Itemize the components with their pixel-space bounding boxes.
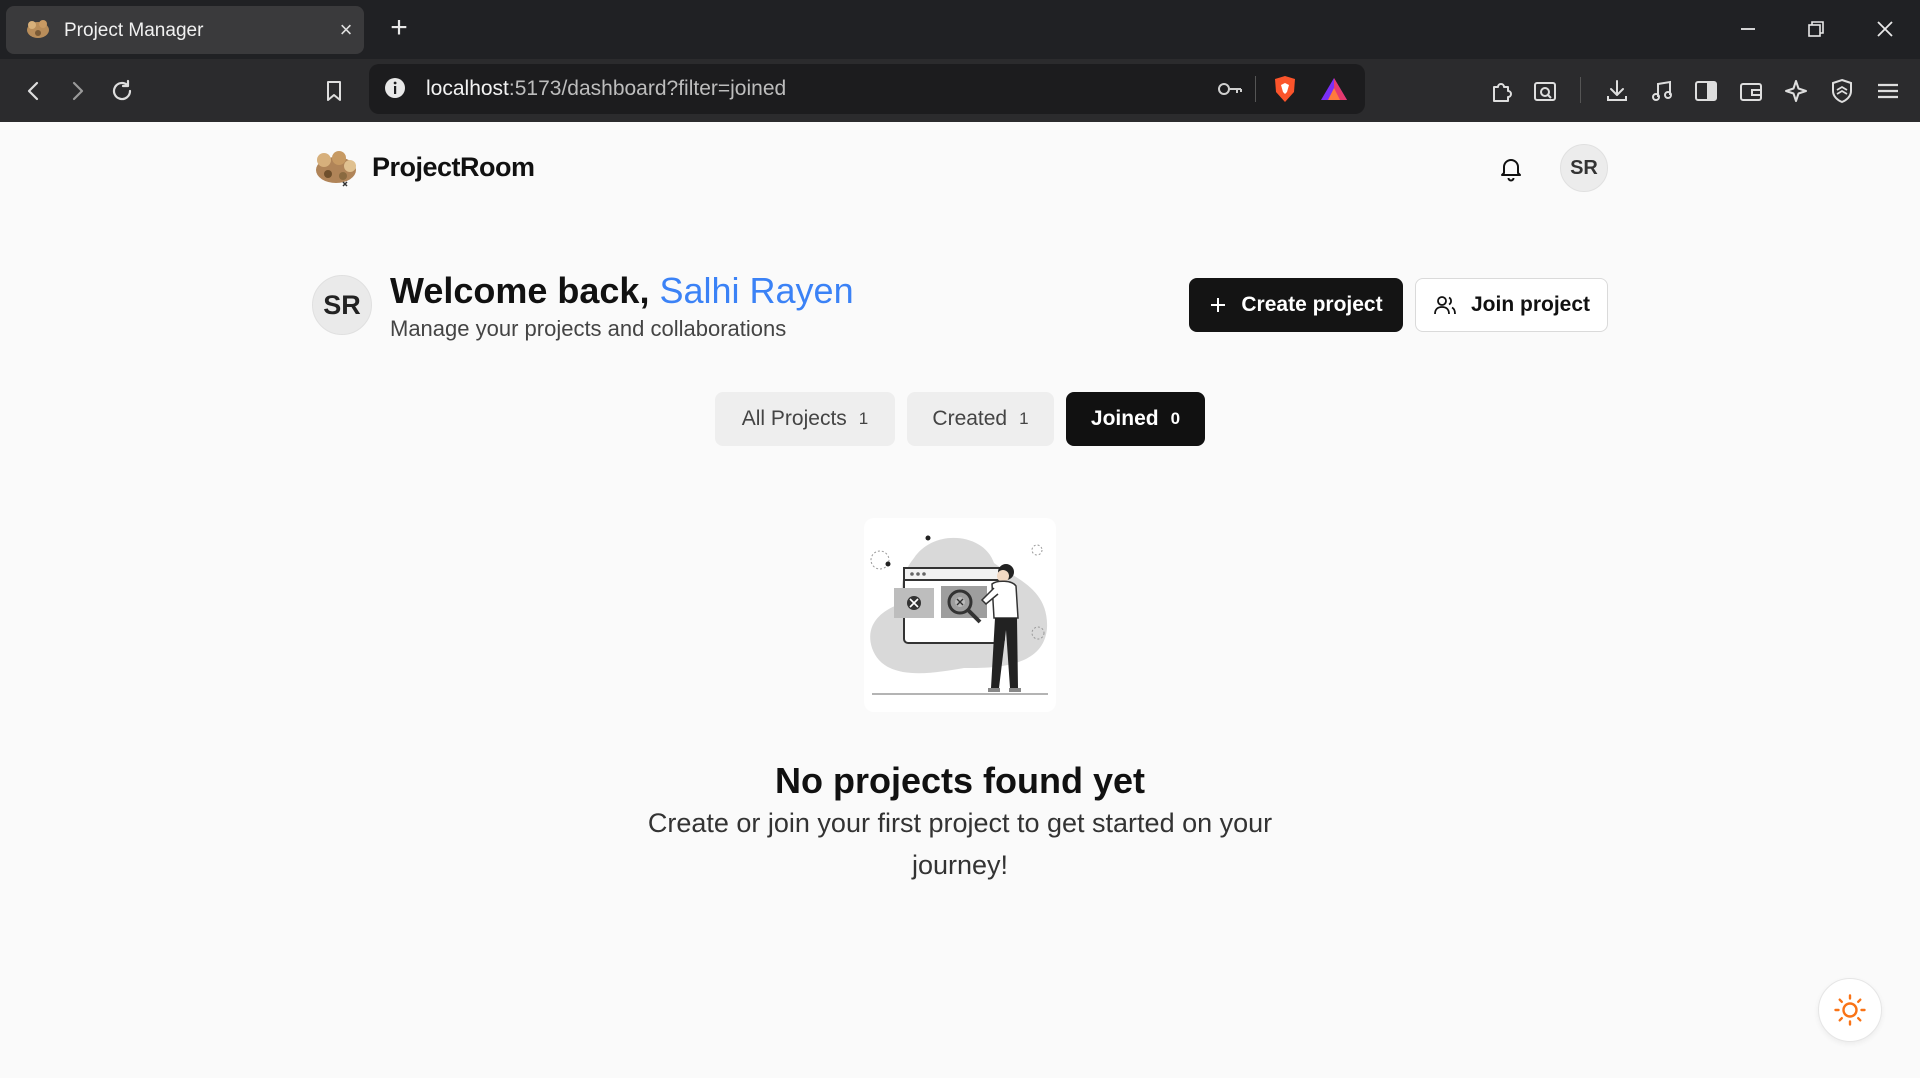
plus-icon (1211, 298, 1226, 312)
tab-title: Project Manager (64, 20, 204, 41)
tab-count: 1 (1019, 409, 1029, 428)
menu-icon[interactable] (1874, 77, 1902, 105)
divider (1580, 77, 1581, 103)
close-window-icon[interactable] (1870, 14, 1900, 44)
tab-label: All Projects (741, 407, 847, 430)
site-info-icon[interactable] (383, 76, 407, 100)
join-project-button[interactable]: Join project (1415, 278, 1608, 332)
sidebar-icon[interactable] (1692, 77, 1720, 105)
restore-icon[interactable] (1801, 14, 1831, 44)
media-icon[interactable] (1648, 77, 1676, 105)
url-text[interactable]: localhost:5173/dashboard?filter=joined (426, 77, 786, 101)
minimize-icon[interactable] (1733, 14, 1763, 44)
sun-icon (1834, 994, 1866, 1026)
new-tab-icon[interactable]: + (386, 13, 412, 43)
wallet-icon[interactable] (1737, 77, 1765, 105)
app-logo-text[interactable]: ProjectRoom (372, 152, 535, 183)
welcome-avatar: SR (312, 275, 372, 335)
user-name: Salhi Rayen (659, 270, 854, 311)
welcome-subtitle: Manage your projects and collaborations (390, 316, 787, 341)
tab-created[interactable]: Created 1 (907, 392, 1054, 446)
empty-state-subtitle: Create or join your first project to get… (647, 808, 1273, 880)
create-project-button[interactable]: Create project (1189, 278, 1403, 332)
notification-bell-icon[interactable] (1497, 154, 1525, 182)
tab-label: Created (932, 407, 1008, 430)
screenshot-icon[interactable] (1531, 77, 1559, 105)
brave-shield-icon[interactable] (1271, 74, 1299, 104)
logo-icon[interactable] (313, 146, 359, 188)
tab-close-icon[interactable]: × (336, 19, 356, 41)
brave-rewards-icon[interactable] (1319, 75, 1349, 103)
extensions-icon[interactable] (1488, 77, 1516, 105)
tab-favicon-icon (27, 20, 49, 38)
user-avatar[interactable]: SR (1560, 144, 1608, 192)
users-icon (1434, 296, 1456, 315)
bookmark-icon[interactable] (320, 77, 348, 105)
tab-all-projects[interactable]: All Projects 1 (715, 392, 895, 446)
empty-state-illustration (864, 518, 1056, 712)
forward-icon[interactable] (63, 77, 91, 105)
vpn-icon[interactable] (1828, 77, 1856, 105)
reload-icon[interactable] (108, 77, 136, 105)
tab-joined[interactable]: Joined 0 (1066, 392, 1205, 446)
browser-tab-strip: Project Manager × + (0, 0, 1920, 59)
empty-state-title: No projects found yet (774, 760, 1146, 801)
join-project-label: Join project (1470, 293, 1591, 316)
address-bar[interactable]: localhost:5173/dashboard?filter=joined (369, 64, 1365, 114)
page: ProjectRoom SR SR Welcome back, Salhi Ra… (0, 122, 1920, 1078)
theme-toggle-button[interactable] (1818, 978, 1882, 1042)
back-icon[interactable] (20, 77, 48, 105)
download-icon[interactable] (1603, 77, 1631, 105)
leo-ai-icon[interactable] (1782, 77, 1810, 105)
welcome-heading: Welcome back, Salhi Rayen (390, 270, 854, 311)
tab-count: 1 (858, 409, 869, 428)
tab-count: 0 (1170, 409, 1181, 428)
tab-label: Joined (1090, 407, 1159, 430)
divider (1255, 76, 1256, 102)
key-icon[interactable] (1215, 77, 1245, 101)
browser-tab[interactable]: Project Manager × (6, 6, 364, 54)
browser-toolbar: localhost:5173/dashboard?filter=joined (0, 59, 1920, 122)
create-project-label: Create project (1241, 293, 1383, 316)
